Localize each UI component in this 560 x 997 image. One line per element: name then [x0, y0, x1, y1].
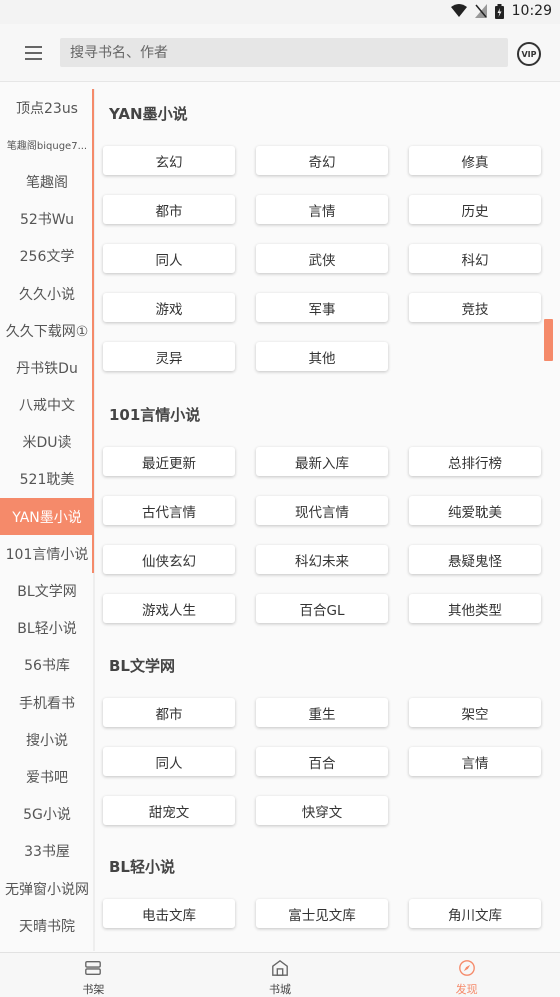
category-tag-button[interactable]: 角川文库	[409, 899, 541, 928]
sidebar-item[interactable]: 久久小说	[0, 275, 94, 312]
sidebar-item[interactable]: 无弹窗小说网	[0, 870, 94, 907]
category-tag-button[interactable]: 同人	[103, 244, 235, 273]
sidebar-item[interactable]: YAN墨小说	[0, 498, 94, 536]
category-tag-button[interactable]: 都市	[103, 195, 235, 224]
source-sidebar: 顶点23us 笔趣阁biquge7... 笔趣阁 52书Wu 256文学 久久小说 久久下载…	[0, 89, 94, 951]
nav-bookstore[interactable]: 书城	[187, 953, 374, 997]
category-tag-button[interactable]: 奇幻	[256, 146, 388, 175]
nav-discover-label: 发现	[455, 983, 478, 996]
no-signal-icon	[474, 4, 487, 18]
category-tag-button[interactable]: 甜宠文	[103, 796, 235, 825]
wifi-icon	[450, 4, 467, 17]
nav-bookshelf[interactable]: 书架	[0, 953, 187, 997]
sidebar-item[interactable]: 256文学	[0, 238, 94, 275]
category-tag-button[interactable]: 百合GL	[256, 594, 388, 623]
scrollbar-thumb[interactable]	[544, 319, 553, 361]
category-tag-button[interactable]: 总排行榜	[409, 447, 541, 476]
category-tag-button[interactable]: 言情	[256, 195, 388, 224]
bottom-nav: 书架 书城 发现	[0, 952, 560, 997]
bookstore-icon	[272, 959, 288, 976]
category-tag-button[interactable]: 竞技	[409, 293, 541, 322]
category-tag-button[interactable]: 其他	[256, 342, 388, 371]
sidebar-item[interactable]: BL轻小说	[0, 610, 94, 647]
category-tag-button[interactable]: 纯爱耽美	[409, 496, 541, 525]
category-tag-button[interactable]: 武侠	[256, 244, 388, 273]
category-tag-button[interactable]: 灵异	[103, 342, 235, 371]
category-tag-button[interactable]: 游戏	[103, 293, 235, 322]
sidebar-item[interactable]: 521耽美	[0, 461, 94, 498]
sidebar-item[interactable]: 米DU读	[0, 424, 94, 461]
hamburger-menu-icon[interactable]	[16, 41, 52, 65]
tag-grid: 玄幻 奇幻 修真都市 言情 历史同人 武侠 科幻游戏 军事 竞技灵异 其他	[103, 146, 541, 371]
category-tag-button[interactable]: 言情	[409, 747, 541, 776]
compass-icon	[458, 960, 475, 976]
section-title: YAN墨小说	[109, 105, 188, 123]
category-tag-button[interactable]: 科幻未来	[256, 545, 388, 574]
tag-grid: 都市 重生 架空同人 百合 言情甜宠文 快穿文	[103, 698, 541, 825]
status-bar: 10:29	[0, 0, 560, 24]
sidebar-item[interactable]: 101言情小说	[0, 535, 94, 572]
sidebar-item[interactable]: 笔趣阁biquge7...	[0, 126, 94, 163]
battery-charging-icon	[494, 3, 504, 19]
category-tag-button[interactable]: 历史	[409, 195, 541, 224]
tag-grid: 最近更新 最新入库 总排行榜古代言情 现代言情 纯爱耽美仙侠玄幻 科幻未来 悬疑鬼怪游戏人生…	[103, 447, 541, 623]
sidebar-item[interactable]: 天晴书院	[0, 907, 94, 944]
sidebar-item[interactable]: 笔趣阁	[0, 163, 94, 200]
category-tag-button[interactable]: 架空	[409, 698, 541, 727]
sidebar-item[interactable]: 33书屋	[0, 833, 94, 870]
sidebar-item[interactable]: 顶点23us	[0, 89, 94, 126]
category-tag-button[interactable]: 重生	[256, 698, 388, 727]
sidebar-item[interactable]: 八戒中文	[0, 387, 94, 424]
category-tag-button[interactable]: 游戏人生	[103, 594, 235, 623]
nav-discover[interactable]: 发现	[373, 953, 560, 997]
section-title: 101言情小说	[109, 406, 201, 424]
category-tag-button[interactable]: 修真	[409, 146, 541, 175]
category-tag-button[interactable]: 悬疑鬼怪	[409, 545, 541, 574]
sidebar-item[interactable]: 久久下载网①	[0, 312, 94, 349]
category-tag-button[interactable]: 百合	[256, 747, 388, 776]
category-tag-button[interactable]: 军事	[256, 293, 388, 322]
category-tag-button[interactable]: 同人	[103, 747, 235, 776]
section-title: BL文学网	[109, 657, 175, 675]
category-tag-button[interactable]: 快穿文	[256, 796, 388, 825]
sidebar-item[interactable]: BL文学网	[0, 572, 94, 609]
search-input[interactable]	[60, 38, 508, 67]
nav-bookstore-label: 书城	[269, 983, 291, 996]
section-title: BL轻小说	[109, 858, 175, 876]
bookshelf-icon	[85, 961, 102, 975]
sidebar-item[interactable]: 5G小说	[0, 796, 94, 833]
sidebar-item[interactable]: 52书Wu	[0, 201, 94, 238]
category-tag-button[interactable]: 电击文库	[103, 899, 235, 928]
category-tag-button[interactable]: 科幻	[409, 244, 541, 273]
sidebar-accent-line	[92, 89, 94, 573]
category-tag-button[interactable]: 现代言情	[256, 496, 388, 525]
sidebar-item[interactable]: 丹书铁Du	[0, 349, 94, 386]
sidebar-item[interactable]: 搜小说	[0, 721, 94, 758]
vip-icon[interactable]: VIP	[517, 42, 541, 66]
status-time: 10:29	[511, 3, 552, 19]
category-panel[interactable]: YAN墨小说 玄幻 奇幻 修真 都市 言情 历史 同人 武侠 科幻 游戏 军事 竞技 灵异 其他 101言情小…	[95, 89, 560, 951]
sidebar-item[interactable]: 爱书吧	[0, 758, 94, 795]
status-icons: 10:29	[450, 3, 552, 19]
category-tag-button[interactable]: 其他类型	[409, 594, 541, 623]
sidebar-item[interactable]: 手机看书	[0, 684, 94, 721]
nav-bookshelf-label: 书架	[82, 983, 105, 996]
category-tag-button[interactable]: 最近更新	[103, 447, 235, 476]
category-tag-button[interactable]: 古代言情	[103, 496, 235, 525]
category-tag-button[interactable]: 都市	[103, 698, 235, 727]
category-tag-button[interactable]: 仙侠玄幻	[103, 545, 235, 574]
category-tag-button[interactable]: 富士见文库	[256, 899, 388, 928]
tag-grid: 电击文库 富士见文库 角川文库	[103, 899, 541, 928]
category-tag-button[interactable]: 最新入库	[256, 447, 388, 476]
sidebar-item[interactable]: 56书库	[0, 647, 94, 684]
category-tag-button[interactable]: 玄幻	[103, 146, 235, 175]
app-bar: VIP	[0, 24, 560, 82]
